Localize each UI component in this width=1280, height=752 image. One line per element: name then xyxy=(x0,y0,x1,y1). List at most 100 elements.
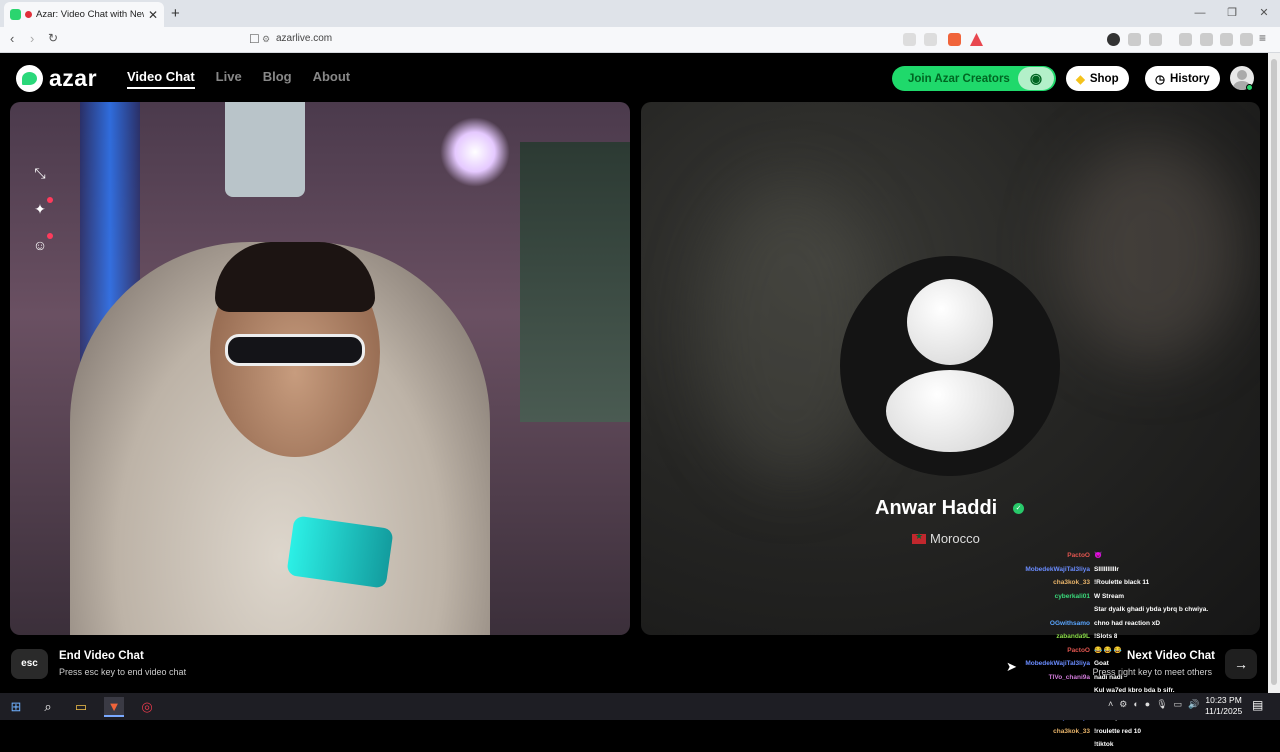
wallet-icon[interactable] xyxy=(1149,33,1162,46)
obs-icon[interactable]: ◎ xyxy=(137,697,157,717)
creators-label: Join Azar Creators xyxy=(908,72,1010,85)
azar-logo[interactable]: azar xyxy=(16,65,97,92)
bookmark-icon[interactable]: ☐ xyxy=(249,32,260,46)
share-icon[interactable] xyxy=(924,33,937,46)
sidebar-icon[interactable] xyxy=(1179,33,1192,46)
chat-text: 😈 xyxy=(1094,552,1103,559)
diamond-icon: ◆ xyxy=(1076,73,1085,86)
peer-avatar xyxy=(840,256,1060,476)
clock-time: 10:23 PM xyxy=(1205,695,1242,705)
leo-ai-icon[interactable] xyxy=(1220,33,1233,46)
notifications-icon[interactable]: ▤ xyxy=(1252,698,1263,712)
logo-text: azar xyxy=(49,65,98,91)
extensions-puzzle-icon[interactable] xyxy=(1128,33,1141,46)
avatar-head xyxy=(907,279,993,365)
nav-about[interactable]: About xyxy=(313,69,351,89)
chat-message: cha3kok_33 !roulette red 10 xyxy=(1010,725,1250,739)
verified-badge-icon: ✓ xyxy=(1013,503,1024,514)
maximize-button[interactable]: ❐ xyxy=(1216,0,1248,27)
close-tab-icon[interactable]: ✕ xyxy=(148,8,158,22)
minimize-video-icon[interactable]: ⤡ xyxy=(31,164,49,182)
chat-message: MobedekWajiTal3liya SIIIIIIIIIIr xyxy=(1010,563,1250,577)
chat-message: !tiktok xyxy=(1010,738,1250,752)
hanging-jersey xyxy=(520,142,630,422)
chat-message: PactoO 😈 xyxy=(1010,549,1250,563)
azar-page: azar Video Chat Live Blog About Join Aza… xyxy=(0,53,1268,748)
esc-key-button[interactable]: esc xyxy=(11,649,48,679)
file-explorer-icon[interactable]: ▭ xyxy=(71,697,91,717)
network-icon[interactable]: ▭ xyxy=(1174,699,1183,710)
chat-username: zabanda9L xyxy=(1056,633,1090,640)
chat-text: !Slots 8 xyxy=(1094,633,1118,640)
menu-icon[interactable]: ≡ xyxy=(1259,31,1266,45)
search-icon[interactable]: ⌕ xyxy=(38,697,58,717)
tray-app-icon[interactable]: ◐ xyxy=(1133,699,1138,710)
join-creators-button[interactable]: Join Azar Creators ◉ xyxy=(892,66,1056,91)
chat-text: chno had reaction xD xyxy=(1094,619,1161,627)
clock-date: 11/1/2025 xyxy=(1205,706,1243,716)
volume-icon[interactable]: 🔊 xyxy=(1188,699,1199,710)
vpn-icon[interactable] xyxy=(1240,33,1253,46)
forward-icon[interactable]: › xyxy=(30,31,34,46)
chat-username: PactoO xyxy=(1067,552,1090,559)
chat-text: !roulette red 10 xyxy=(1094,727,1141,735)
reload-icon[interactable]: ↻ xyxy=(48,31,58,45)
new-tab-button[interactable]: + xyxy=(171,5,180,22)
chat-text: Star dyalk ghadi ybda ybrq b chwiya. xyxy=(1094,606,1209,613)
url-text[interactable]: azarlive.com xyxy=(276,33,332,44)
face-filter-icon[interactable]: ☺ xyxy=(31,233,53,254)
chat-message: OGwithsamo chno had reaction xD xyxy=(1010,617,1250,631)
local-video: ⤡ ✦ ☺ xyxy=(10,102,630,635)
history-button[interactable]: ◷ History xyxy=(1145,66,1220,91)
shop-button[interactable]: ◆ Shop xyxy=(1066,66,1129,91)
brave-shields-icon[interactable] xyxy=(948,33,961,46)
morocco-flag-icon xyxy=(912,531,926,544)
close-window-button[interactable]: ✕ xyxy=(1248,0,1280,27)
sunglasses xyxy=(225,334,365,366)
taskbar-clock[interactable]: 10:23 PM 11/1/2025 xyxy=(1205,695,1242,717)
end-chat-title: End Video Chat xyxy=(59,650,144,662)
main-nav: Video Chat Live Blog About xyxy=(127,69,350,89)
azar-favicon-icon xyxy=(10,9,21,20)
peer-name: Anwar Haddi xyxy=(875,497,998,519)
site-info-icon[interactable]: ⚙ xyxy=(262,34,270,45)
chat-text: !Roulette black 11 xyxy=(1094,579,1150,586)
tab-search-icon[interactable] xyxy=(1200,33,1213,46)
next-chat-title: Next Video Chat xyxy=(1127,650,1215,662)
minimize-button[interactable]: — xyxy=(1184,0,1216,27)
chat-text: !tiktok xyxy=(1094,741,1114,748)
effects-sparkle-icon[interactable]: ✦ xyxy=(31,197,53,218)
chat-username: MobedekWajiTal3liya xyxy=(1025,660,1090,667)
tray-app-icon[interactable]: ⚙ xyxy=(1119,699,1127,710)
history-label: History xyxy=(1170,72,1210,85)
nav-live[interactable]: Live xyxy=(216,69,242,89)
windows-start-icon[interactable]: ⊞ xyxy=(6,697,26,717)
chat-message: zabanda9L !Slots 8 xyxy=(1010,630,1250,644)
microphone-icon[interactable]: 🎙 xyxy=(1156,699,1167,710)
azar-logo-icon xyxy=(16,65,43,92)
back-icon[interactable]: ‹ xyxy=(10,31,14,46)
end-chat-hint: Press esc key to end video chat xyxy=(59,667,187,677)
tray-overflow-icon[interactable]: ˄ xyxy=(1108,699,1113,710)
recording-indicator-icon xyxy=(25,11,32,18)
hanging-shirt xyxy=(225,102,305,197)
nav-video-chat[interactable]: Video Chat xyxy=(127,69,195,89)
brave-browser-icon[interactable]: ▼ xyxy=(104,697,124,717)
tab-title: Azar: Video Chat with New Pe xyxy=(36,9,144,20)
next-chat-hint: Press right key to meet others xyxy=(1092,667,1212,677)
chat-username xyxy=(1010,738,1094,752)
next-chat-arrow-button[interactable]: → xyxy=(1225,649,1257,679)
extension-icon[interactable] xyxy=(1107,33,1120,46)
tray-app-icon[interactable]: ● xyxy=(1145,699,1150,710)
brave-rewards-icon[interactable] xyxy=(970,33,983,46)
browser-tab[interactable]: Azar: Video Chat with New Pe ✕ xyxy=(4,2,164,27)
page-scrollbar[interactable] xyxy=(1268,53,1280,693)
chat-username: PactoO xyxy=(1067,646,1090,654)
chat-username: cha3kok_33 xyxy=(1053,579,1090,586)
online-status-dot xyxy=(1246,84,1253,91)
creators-badge-icon: ◉ xyxy=(1018,67,1054,90)
nav-blog[interactable]: Blog xyxy=(263,69,292,89)
chat-username: TIVo_chani9a xyxy=(1048,673,1090,681)
install-app-icon[interactable] xyxy=(903,33,916,46)
chat-username: cyberkali01 xyxy=(1054,592,1090,600)
